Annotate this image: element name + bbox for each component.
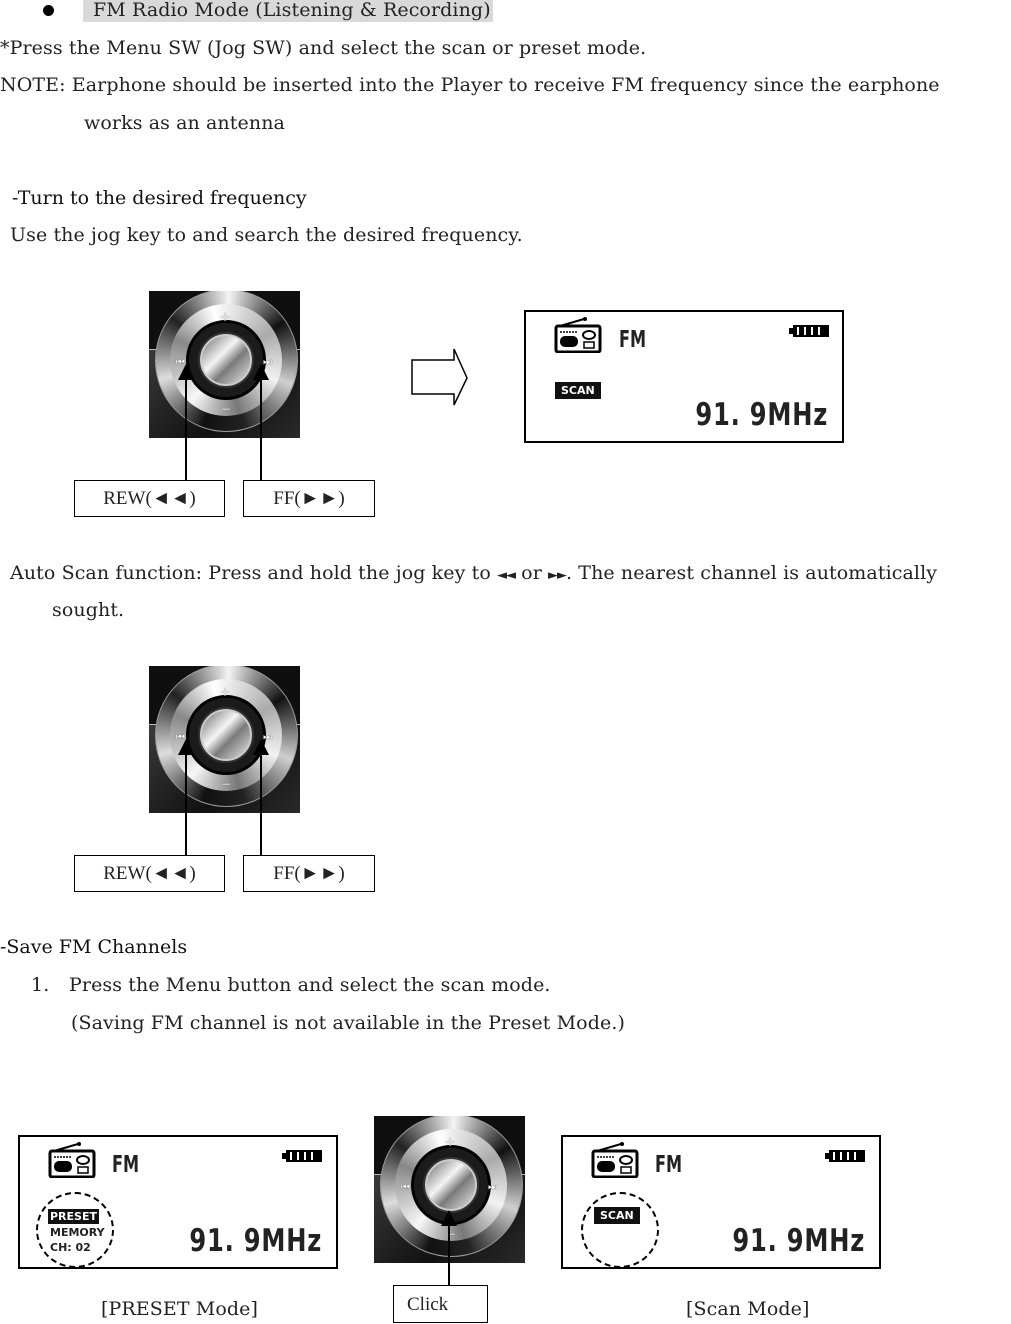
rew-pointer-line [185, 754, 187, 856]
battery-icon [789, 325, 829, 337]
rew-pointer-arrow-icon [178, 739, 194, 755]
bullet-icon [43, 5, 54, 16]
jog-wheel-image: + − ⏮ ⏭ [374, 1116, 525, 1263]
channel-label: CH: 02 [50, 1241, 91, 1254]
memory-label: MEMORY [50, 1226, 105, 1239]
right-arrow-icon [411, 348, 468, 406]
click-label: Click [407, 1294, 449, 1315]
ff-pointer-line [260, 754, 262, 856]
next-track-icon: ⏭ [488, 1182, 497, 1193]
radio-icon [554, 317, 602, 353]
plus-icon: + [220, 685, 231, 699]
caption-preset-mode: [PRESET Mode] [101, 1298, 258, 1320]
rew-label: REW(◄◄) [103, 488, 196, 509]
auto-scan-line-1: Auto Scan function: Press and hold the j… [10, 561, 937, 588]
turn-heading: -Turn to the desired frequency [12, 187, 307, 209]
ff-label-box: FF(►►) [243, 855, 375, 892]
click-label-box: Click [393, 1285, 488, 1323]
preset-badge: PRESET [48, 1209, 99, 1224]
radio-icon [591, 1142, 639, 1178]
ff-glyph-icon: ►► [548, 568, 567, 583]
radio-icon [48, 1142, 96, 1178]
step-text: Press the Menu button and select the sca… [69, 974, 551, 996]
auto-scan-text-a: Auto Scan function: Press and hold the j… [10, 562, 491, 584]
step-note: (Saving FM channel is not available in t… [71, 1012, 625, 1034]
highlight-circle [581, 1192, 659, 1268]
jog-center-button-icon [200, 709, 252, 761]
frequency-readout: 91. 9MHz [732, 1223, 865, 1259]
auto-scan-or: or [521, 562, 542, 584]
battery-icon [825, 1150, 865, 1162]
jog-wheel-image: + − ⏮ ⏭ [149, 291, 300, 438]
minus-icon: − [221, 777, 232, 791]
rew-glyph-icon: ◄◄ [497, 568, 516, 583]
click-pointer-arrow-icon [441, 1210, 457, 1226]
jog-center-button-icon [200, 334, 252, 386]
note-line-1: NOTE: Earphone should be inserted into t… [0, 74, 940, 96]
intro-text: *Press the Menu SW (Jog SW) and select t… [0, 37, 647, 59]
rew-label: REW(◄◄) [103, 863, 196, 884]
turn-body: Use the jog key to and search the desire… [10, 224, 523, 246]
lcd-display-scan: FM SCAN 91. 9MHz [524, 310, 844, 443]
jog-center-button-icon [425, 1159, 477, 1211]
section-title: FM Radio Mode (Listening & Recording) [83, 0, 493, 22]
frequency-readout: 91. 9MHz [189, 1223, 322, 1259]
plus-icon: + [220, 310, 231, 324]
ff-pointer-line [260, 379, 262, 481]
band-label: FM [619, 327, 647, 353]
auto-scan-text-b: . The nearest channel is automatically [566, 562, 938, 584]
scan-badge: SCAN [555, 382, 601, 399]
click-pointer-line [448, 1225, 450, 1287]
rew-pointer-arrow-icon [178, 364, 194, 380]
step-number: 1. [31, 974, 50, 996]
rew-pointer-line [185, 379, 187, 481]
ff-pointer-arrow-icon [253, 739, 269, 755]
save-heading: -Save FM Channels [0, 936, 188, 958]
prev-track-icon: ⏮ [401, 1182, 410, 1193]
lcd-display-scan-mode: FM SCAN 91. 9MHz [561, 1135, 881, 1269]
ff-label: FF(►►) [273, 863, 345, 884]
caption-scan-mode: [Scan Mode] [686, 1298, 810, 1320]
rew-label-box: REW(◄◄) [74, 855, 225, 892]
ff-label-box: FF(►►) [243, 480, 375, 517]
lcd-display-preset: FM PRESET MEMORY CH: 02 91. 9MHz [18, 1135, 338, 1269]
battery-icon [282, 1150, 322, 1162]
plus-icon: + [445, 1135, 456, 1149]
rew-label-box: REW(◄◄) [74, 480, 225, 517]
ff-pointer-arrow-icon [253, 364, 269, 380]
note-line-2: works as an antenna [84, 112, 285, 134]
frequency-readout: 91. 9MHz [695, 397, 828, 433]
ff-label: FF(►►) [273, 488, 345, 509]
jog-wheel-image: + − ⏮ ⏭ [149, 666, 300, 813]
scan-badge: SCAN [594, 1207, 640, 1224]
minus-icon: − [221, 402, 232, 416]
auto-scan-line-2: sought. [52, 599, 125, 621]
band-label: FM [112, 1152, 140, 1178]
band-label: FM [655, 1152, 683, 1178]
